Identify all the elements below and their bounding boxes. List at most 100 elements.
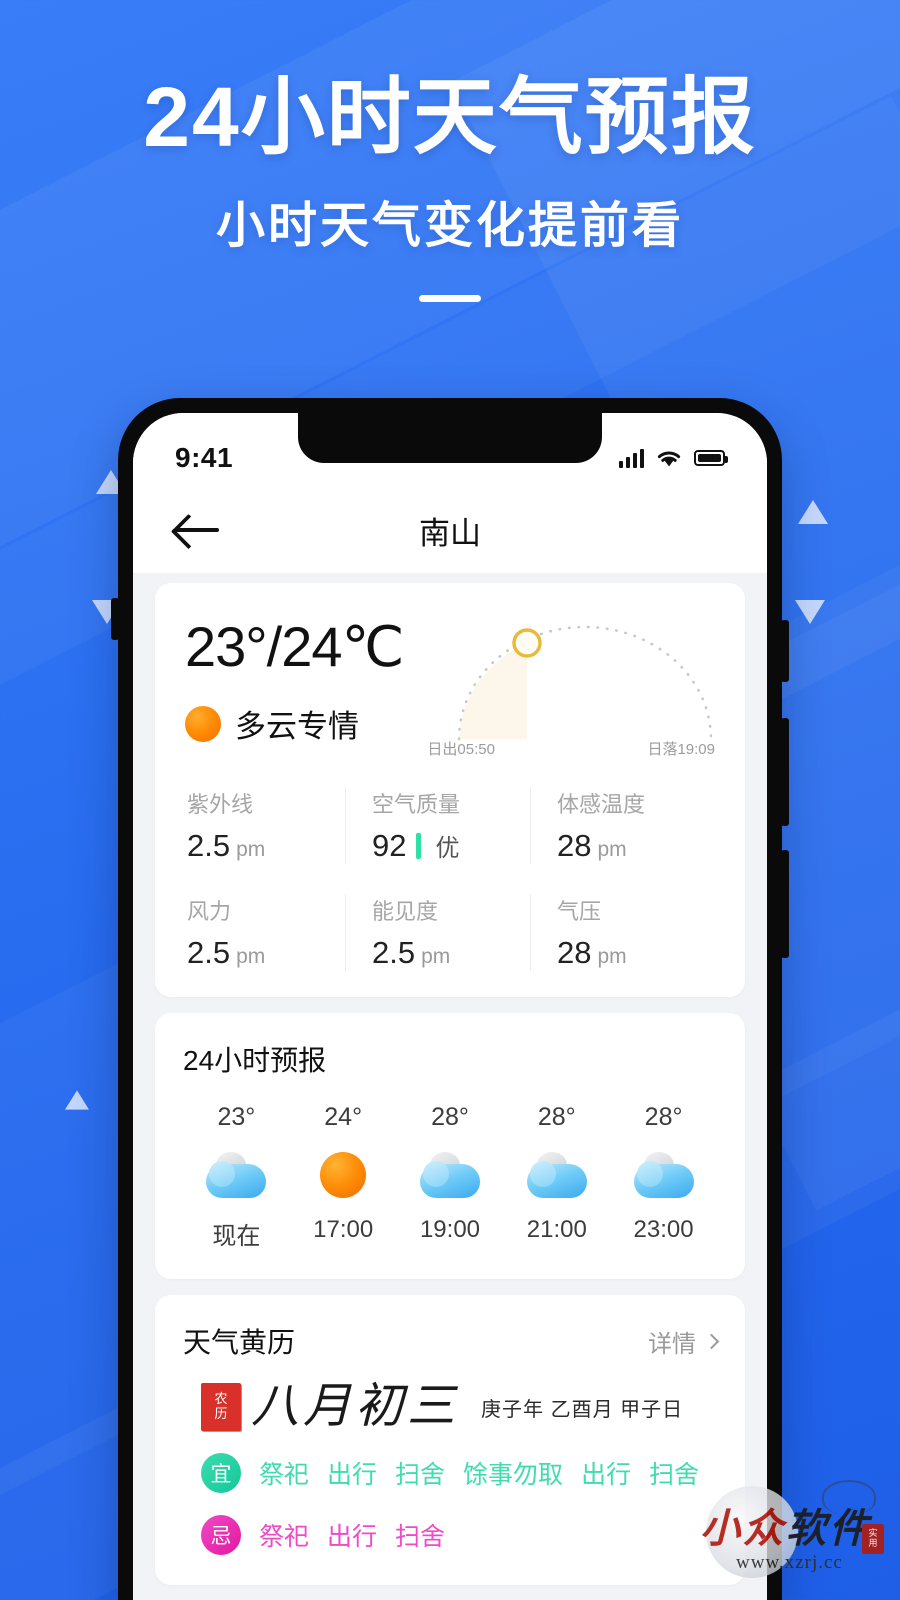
lunar-date: 八月初三 [251, 1380, 460, 1433]
promo-title: 24小时天气预报 [143, 70, 757, 164]
metrics-grid: 紫外线 2.5 pm 空气质量 92 优 体感温度 28 pm 风力 2.5 p… [185, 787, 715, 971]
cloudy-icon [397, 1144, 504, 1206]
yi-tag: 出行 [581, 1461, 632, 1489]
metric-label: 能见度 [372, 899, 439, 924]
promo-headline: 24小时天气预报 小时天气变化提前看 [0, 70, 900, 303]
watermark-seal-icon: 实 用 [862, 1524, 884, 1554]
almanac-title: 天气黄历 [183, 1327, 296, 1358]
metric-unit: pm [597, 838, 627, 861]
triangle-decoration-icon [798, 500, 828, 524]
yi-tag: 出行 [327, 1461, 378, 1489]
hourly-item[interactable]: 28° 23:00 [610, 1103, 717, 1251]
ji-tag: 出行 [327, 1523, 378, 1551]
ji-tag-list: 祭祀 出行 扫舍 [259, 1517, 445, 1553]
current-weather-card: 23°/24℃ 多云专情 日出05:50 日落19:09 紫外线 2.5 pm … [155, 583, 745, 997]
yi-tag: 扫舍 [649, 1461, 700, 1489]
almanac-card: 天气黄历 详情 农 历 八月初三 庚子年 乙酉月 甲子日 宜 祭祀 出行 扫舍 … [155, 1295, 745, 1585]
seal-char-bottom: 用 [868, 1538, 878, 1548]
ji-badge: 忌 [201, 1515, 241, 1555]
hourly-item[interactable]: 23° 现在 [183, 1103, 290, 1251]
phone-notch [298, 413, 602, 463]
ji-tag: 祭祀 [259, 1523, 310, 1551]
condition-text: 多云专情 [235, 709, 359, 744]
metric-visibility: 能见度 2.5 pm [345, 894, 530, 971]
battery-icon [694, 450, 728, 466]
status-clock: 9:41 [175, 442, 234, 473]
phone-side-button [781, 718, 789, 826]
triangle-decoration-icon [795, 600, 825, 624]
chevron-right-icon [703, 1333, 720, 1349]
hourly-temp: 28° [431, 1103, 469, 1131]
hourly-list: 23° 现在 24° 17:00 28° 19:00 28° 21:00 28°… [183, 1103, 717, 1251]
sunny-icon [290, 1144, 397, 1206]
hourly-time: 19:00 [419, 1216, 481, 1243]
status-icons [619, 448, 728, 468]
metric-value: 2.5 [372, 935, 416, 970]
sunset-label: 日落19:09 [647, 741, 715, 758]
metric-unit: pm [236, 945, 266, 968]
metric-value: 2.5 [187, 935, 231, 970]
hourly-item[interactable]: 28° 21:00 [503, 1103, 610, 1251]
metric-feels-like: 体感温度 28 pm [530, 787, 715, 864]
metrics-row: 紫外线 2.5 pm 空气质量 92 优 体感温度 28 pm [185, 787, 715, 864]
stamp-char-top: 农 [214, 1391, 228, 1407]
watermark-char-3: 软 [786, 1506, 829, 1551]
temperature-range: 23°/24℃ [185, 615, 404, 678]
metric-value: 2.5 [187, 828, 231, 863]
almanac-header: 天气黄历 详情 [183, 1321, 720, 1361]
metric-value-wrap: 2.5 pm [372, 935, 530, 971]
metric-label: 体感温度 [557, 792, 646, 817]
almanac-ji-row: 忌 祭祀 出行 扫舍 [183, 1515, 717, 1555]
wifi-icon [657, 451, 681, 466]
phone-mute-switch [111, 598, 119, 640]
watermark-char-4: 件 [829, 1506, 872, 1551]
almanac-detail-label: 详情 [648, 1330, 696, 1358]
nav-bar: 南山 [133, 487, 767, 573]
signal-bars-icon [619, 448, 644, 468]
scroll-content: 23°/24℃ 多云专情 日出05:50 日落19:09 紫外线 2.5 pm … [133, 573, 767, 1585]
hourly-temp: 28° [537, 1103, 576, 1131]
sun-dot-icon [185, 705, 221, 742]
hourly-temp: 28° [644, 1103, 683, 1131]
metrics-row: 风力 2.5 pm 能见度 2.5 pm 气压 28 pm [185, 894, 715, 971]
ganzhi-date: 庚子年 乙酉月 甲子日 [481, 1398, 684, 1421]
yi-badge: 宜 [201, 1453, 241, 1493]
metric-value-wrap: 2.5 pm [187, 828, 345, 864]
metric-value-wrap: 28 pm [557, 828, 715, 864]
hourly-forecast-card: 24小时预报 23° 现在 24° 17:00 28° 19:00 28° 21… [155, 1013, 745, 1279]
hourly-item[interactable]: 28° 19:00 [397, 1103, 504, 1251]
yi-tag: 馀事勿取 [463, 1461, 564, 1489]
metric-label: 风力 [187, 899, 232, 924]
metric-uv: 紫外线 2.5 pm [185, 787, 345, 864]
page-title: 南山 [419, 515, 481, 551]
phone-side-button [781, 620, 789, 682]
cloudy-icon [183, 1144, 290, 1206]
hourly-time: 17:00 [313, 1216, 374, 1243]
phone-side-button [781, 850, 789, 958]
sun-arc-graphic [457, 625, 713, 741]
hourly-item[interactable]: 24° 17:00 [290, 1103, 397, 1251]
almanac-date-row: 农 历 八月初三 庚子年 乙酉月 甲子日 [183, 1383, 717, 1431]
metric-unit: pm [236, 838, 266, 861]
metric-label: 气压 [557, 899, 602, 924]
almanac-detail-link[interactable]: 详情 [648, 1324, 720, 1359]
hourly-time: 23:00 [633, 1216, 694, 1243]
lunar-stamp-icon: 农 历 [201, 1383, 241, 1431]
metric-air-quality: 空气质量 92 优 [345, 787, 530, 864]
hourly-time: 21:00 [526, 1216, 587, 1243]
metric-value-wrap: 92 优 [372, 828, 530, 864]
phone-mockup: 9:41 南山 23°/24℃ 多云专情 日出05:50 日落19:09 紫外线… [111, 398, 789, 1600]
metric-value: 28 [557, 828, 592, 863]
metric-label: 紫外线 [187, 792, 254, 817]
hourly-time: 现在 [212, 1223, 261, 1250]
metric-pressure: 气压 28 pm [530, 894, 715, 971]
triangle-decoration-icon [65, 1090, 89, 1110]
seal-char-top: 实 [868, 1528, 878, 1539]
sunrise-label: 日出05:50 [427, 741, 495, 758]
condition-row: 多云专情 [185, 701, 403, 746]
metric-value-wrap: 2.5 pm [187, 935, 345, 971]
almanac-yi-row: 宜 祭祀 出行 扫舍 馀事勿取 出行 扫舍 [183, 1453, 717, 1493]
promo-divider [419, 295, 481, 303]
metric-value: 28 [557, 935, 592, 970]
watermark-cloud-icon [822, 1480, 876, 1514]
